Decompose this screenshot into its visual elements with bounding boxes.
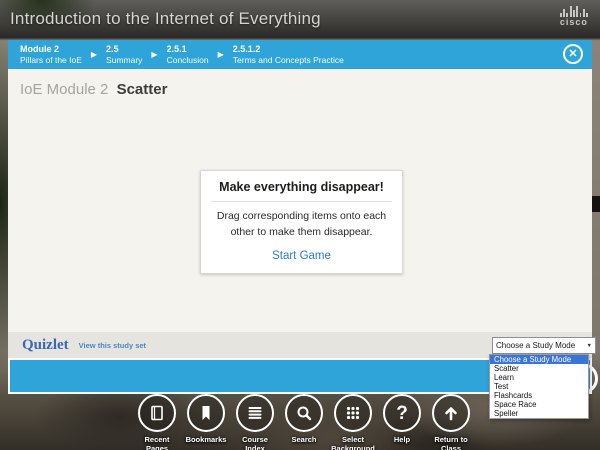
breadcrumb-arrow-icon: ▶ — [91, 51, 97, 59]
content-panel: IoE Module 2 Scatter Make everything dis… — [8, 69, 592, 332]
toolbar-label: Bookmarks — [186, 435, 227, 444]
close-icon: ✕ — [568, 49, 577, 60]
breadcrumb-code: 2.5.1.2 — [233, 44, 344, 55]
menu-item-space-race[interactable]: Space Race — [490, 400, 588, 409]
breadcrumb-label: Terms and Concepts Practice — [233, 55, 344, 65]
scrollbar-thumb[interactable] — [592, 196, 600, 212]
toolbar-label: Help — [394, 435, 410, 444]
view-study-set-link[interactable]: View this study set — [79, 341, 146, 350]
card-instructions: Drag corresponding items onto each other… — [215, 208, 388, 241]
menu-item-speller[interactable]: Speller — [490, 409, 588, 418]
breadcrumb-item-module[interactable]: Module 2 Pillars of the IoE — [20, 44, 82, 65]
cisco-wordmark: cisco — [560, 17, 588, 27]
toolbar-button-select-background[interactable]: Select Background — [330, 394, 376, 450]
menu-item-learn[interactable]: Learn — [490, 373, 588, 382]
toolbar-button-bookmarks[interactable]: Bookmarks — [183, 394, 229, 450]
cisco-logo: cisco — [560, 6, 588, 27]
breadcrumb-label: Pillars of the IoE — [20, 55, 82, 65]
menu-item-scatter[interactable]: Scatter — [490, 364, 588, 373]
breadcrumb-label: Conclusion — [167, 55, 209, 65]
help-icon: ? — [383, 394, 421, 432]
breadcrumb-arrow-icon: ▶ — [151, 51, 157, 59]
bottom-toolbar: Recent Pages Bookmarks Course Index Sear… — [134, 394, 474, 450]
course-title: Introduction to the Internet of Everythi… — [10, 9, 321, 29]
breadcrumb-label: Summary — [106, 55, 142, 65]
toolbar-button-help[interactable]: ? Help — [379, 394, 425, 450]
study-mode-menu: Choose a Study Mode Scatter Learn Test F… — [489, 354, 589, 419]
toolbar-button-course-index[interactable]: Course Index — [232, 394, 278, 450]
recent-pages-icon — [138, 394, 176, 432]
select-background-icon — [334, 394, 372, 432]
breadcrumb-code: 2.5 — [106, 44, 142, 55]
menu-item-test[interactable]: Test — [490, 382, 588, 391]
bookmarks-icon — [187, 394, 225, 432]
page-title-current: Scatter — [117, 81, 168, 98]
toolbar-button-search[interactable]: Search — [281, 394, 327, 450]
toolbar-label: Select Background — [330, 435, 376, 450]
breadcrumb: Module 2 Pillars of the IoE ▶ 2.5 Summar… — [8, 40, 592, 69]
study-mode-select[interactable]: Choose a Study Mode ▼ — [492, 337, 596, 354]
page-title: IoE Module 2 Scatter — [20, 81, 167, 98]
toolbar-label: Recent Pages — [134, 435, 180, 450]
toolbar-label: Course Index — [232, 435, 278, 450]
breadcrumb-item-conclusion[interactable]: 2.5.1 Conclusion — [167, 44, 209, 65]
breadcrumb-item-terms-practice[interactable]: 2.5.1.2 Terms and Concepts Practice — [233, 44, 344, 65]
app-header: Introduction to the Internet of Everythi… — [0, 0, 600, 38]
breadcrumb-item-summary[interactable]: 2.5 Summary — [106, 44, 142, 65]
menu-item-choose-study-mode[interactable]: Choose a Study Mode — [490, 355, 588, 364]
quizlet-logo[interactable]: Quizlet — [22, 337, 69, 354]
breadcrumb-arrow-icon: ▶ — [218, 51, 224, 59]
search-icon — [285, 394, 323, 432]
breadcrumb-code: Module 2 — [20, 44, 82, 55]
study-mode-select-value: Choose a Study Mode — [496, 341, 575, 350]
close-button[interactable]: ✕ — [563, 44, 583, 64]
menu-item-flashcards[interactable]: Flashcards — [490, 391, 588, 400]
course-index-icon — [236, 394, 274, 432]
return-to-class-icon — [432, 394, 470, 432]
page-title-prefix: IoE Module 2 — [20, 81, 108, 98]
breadcrumb-code: 2.5.1 — [167, 44, 209, 55]
toolbar-button-return-to-class[interactable]: Return to Class — [428, 394, 474, 450]
start-game-link[interactable]: Start Game — [211, 250, 392, 262]
question-mark-glyph: ? — [396, 404, 408, 423]
toolbar-button-recent-pages[interactable]: Recent Pages — [134, 394, 180, 450]
toolbar-label: Search — [291, 435, 316, 444]
card-title: Make everything disappear! — [211, 180, 392, 202]
cisco-bars-icon — [560, 6, 588, 17]
select-arrow-icon: ▼ — [587, 343, 592, 349]
game-card: Make everything disappear! Drag correspo… — [200, 170, 403, 274]
toolbar-label: Return to Class — [428, 435, 474, 450]
app-window: Introduction to the Internet of Everythi… — [0, 0, 600, 450]
